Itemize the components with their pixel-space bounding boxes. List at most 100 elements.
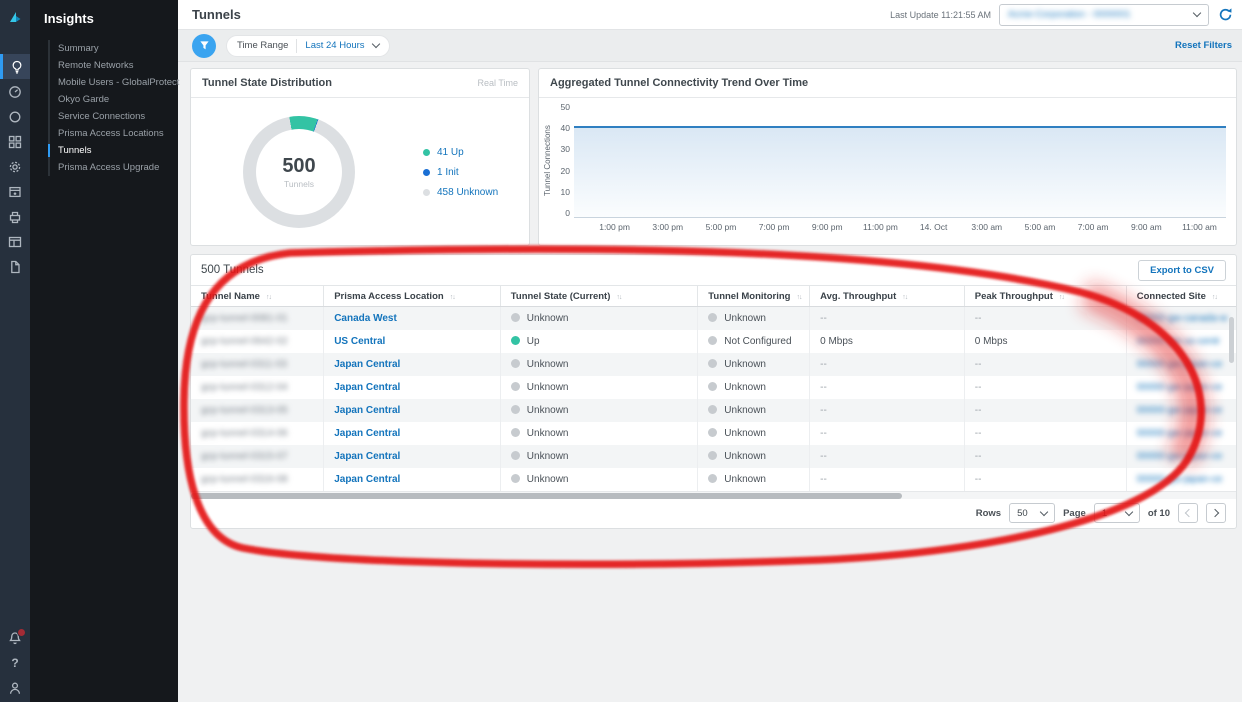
reset-filters-link[interactable]: Reset Filters [1175, 40, 1232, 51]
sort-icon[interactable]: ↑↓ [796, 294, 801, 301]
page-select[interactable]: 1 [1094, 503, 1140, 523]
avg-throughput-cell: 0 Mbps [810, 330, 965, 353]
settings-gear-icon[interactable] [0, 154, 30, 179]
notifications-bell-icon[interactable] [0, 625, 30, 650]
sort-icon[interactable]: ↑↓ [1059, 294, 1064, 301]
document-file-icon[interactable] [0, 254, 30, 279]
location-link[interactable]: Japan Central [334, 474, 400, 485]
nav-item-okyo-garde[interactable]: Okyo Garde [50, 91, 178, 108]
export-csv-button[interactable]: Export to CSV [1138, 260, 1226, 281]
donut-legend: 41 Up 1 Init 458 Unknown [423, 147, 498, 198]
location-link[interactable]: Japan Central [334, 359, 400, 370]
rows-per-page-select[interactable]: 50 [1009, 503, 1055, 523]
connected-site-cell: 00000-gw-japan-ce [1126, 422, 1236, 445]
monitoring-dot [708, 451, 717, 460]
monitor-circle-icon[interactable] [0, 104, 30, 129]
column-header-avg-throughput[interactable]: Avg. Throughput↑↓ [810, 286, 965, 307]
insights-lightbulb-icon[interactable] [0, 54, 30, 79]
location-link[interactable]: Japan Central [334, 451, 400, 462]
apps-grid-icon[interactable] [0, 129, 30, 154]
tunnel-monitoring-cell: Unknown [698, 307, 810, 330]
column-header-connected-site[interactable]: Connected Site↑↓ [1126, 286, 1236, 307]
nav-item-prisma-access-upgrade[interactable]: Prisma Access Upgrade [50, 159, 178, 176]
app-logo[interactable] [0, 0, 30, 34]
content-area: Tunnel State Distribution Real Time 500 … [178, 62, 1242, 529]
y-tick: 10 [561, 187, 570, 197]
sort-icon[interactable]: ↑↓ [616, 294, 621, 301]
horizontal-scrollbar[interactable] [191, 491, 1236, 499]
legend-item-up[interactable]: 41 Up [423, 147, 498, 158]
sort-icon[interactable]: ↑↓ [450, 294, 455, 301]
time-range-filter[interactable]: Time Range Last 24 Hours [226, 35, 390, 57]
avg-throughput-cell: -- [810, 399, 965, 422]
prisma-logo-icon [6, 8, 24, 26]
connected-site-link[interactable]: 00000-gw-canada-w [1137, 313, 1228, 324]
connected-site-link[interactable]: 00000-gw-japan-ce [1137, 451, 1223, 462]
location-link[interactable]: Japan Central [334, 428, 400, 439]
location-link[interactable]: US Central [334, 336, 385, 347]
legend-item-unknown[interactable]: 458 Unknown [423, 187, 498, 198]
x-tick: 1:00 pm [588, 222, 641, 232]
state-dot [511, 382, 520, 391]
nav-item-remote-networks[interactable]: Remote Networks [50, 57, 178, 74]
tunnel-name-cell: gcp-tunnel-0081-01 [191, 307, 324, 330]
prev-page-button[interactable] [1178, 503, 1198, 523]
connected-site-cell: 00000-gw-japan-ce [1126, 376, 1236, 399]
x-tick: 3:00 pm [641, 222, 694, 232]
scrollbar-thumb[interactable] [191, 493, 902, 499]
tunnels-table-card: 500 Tunnels Export to CSV Tunnel Name↑↓P… [190, 254, 1237, 529]
sort-icon[interactable]: ↑↓ [1212, 294, 1217, 301]
nav-item-tunnels[interactable]: Tunnels [50, 142, 178, 159]
column-header-prisma-access-location[interactable]: Prisma Access Location↑↓ [324, 286, 501, 307]
connected-site-link[interactable]: 00000-gw-japan-ce [1137, 428, 1223, 439]
legend-item-init[interactable]: 1 Init [423, 167, 498, 178]
state-dot [511, 428, 520, 437]
location-link[interactable]: Japan Central [334, 382, 400, 393]
user-person-icon[interactable] [0, 675, 30, 700]
printer-icon[interactable] [0, 204, 30, 229]
chevron-down-icon [1125, 507, 1133, 515]
avg-throughput-cell: -- [810, 422, 965, 445]
connected-site-link[interactable]: 00000-gw-japan-ce [1137, 359, 1223, 370]
connected-site-link[interactable]: 00000-gw-japan-ce [1137, 382, 1223, 393]
connected-site-link[interactable]: 00000-gw-japan-ce [1137, 474, 1223, 485]
help-question-icon[interactable]: ? [0, 650, 30, 675]
location-link[interactable]: Japan Central [334, 405, 400, 416]
x-tick: 5:00 am [1013, 222, 1066, 232]
monitoring-dot [708, 359, 717, 368]
page-label: Page [1063, 508, 1086, 519]
nav-item-prisma-access-locations[interactable]: Prisma Access Locations [50, 125, 178, 142]
column-header-tunnel-name[interactable]: Tunnel Name↑↓ [191, 286, 324, 307]
monitoring-dot [708, 313, 717, 322]
connected-site-link[interactable]: 00000-gw-us-centr [1137, 336, 1220, 347]
time-range-label: Time Range [237, 40, 288, 51]
peak-throughput-cell: -- [964, 445, 1126, 468]
vertical-scrollbar-thumb[interactable] [1229, 317, 1234, 363]
y-tick: 30 [561, 144, 570, 154]
nav-item-service-connections[interactable]: Service Connections [50, 108, 178, 125]
layout-columns-icon[interactable] [0, 229, 30, 254]
state-dot [511, 451, 520, 460]
next-page-button[interactable] [1206, 503, 1226, 523]
package-box-icon[interactable] [0, 179, 30, 204]
connected-site-cell: 00000-gw-japan-ce [1126, 353, 1236, 376]
tunnel-state-cell: Up [500, 330, 698, 353]
refresh-icon[interactable] [1217, 6, 1234, 23]
column-header-peak-throughput[interactable]: Peak Throughput↑↓ [964, 286, 1126, 307]
x-tick: 11:00 pm [854, 222, 907, 232]
sort-icon[interactable]: ↑↓ [902, 294, 907, 301]
filter-button[interactable] [192, 34, 216, 58]
nav-item-summary[interactable]: Summary [50, 40, 178, 57]
location-link[interactable]: Canada West [334, 313, 397, 324]
tunnel-state-distribution-card: Tunnel State Distribution Real Time 500 … [190, 68, 530, 246]
legend-text: 458 Unknown [437, 187, 498, 198]
sort-icon[interactable]: ↑↓ [266, 294, 271, 301]
peak-throughput-cell: -- [964, 353, 1126, 376]
dashboard-gauge-icon[interactable] [0, 79, 30, 104]
tenant-select[interactable]: Acme-Corporation - 0000001 [999, 4, 1209, 26]
connected-site-link[interactable]: 00000-gw-japan-ce [1137, 405, 1223, 416]
nav-item-mobile-users-globalprotect[interactable]: Mobile Users - GlobalProtect [50, 74, 178, 91]
column-header-tunnel-monitoring[interactable]: Tunnel Monitoring↑↓ [698, 286, 810, 307]
y-tick: 40 [561, 123, 570, 133]
column-header-tunnel-state-current-[interactable]: Tunnel State (Current)↑↓ [500, 286, 698, 307]
